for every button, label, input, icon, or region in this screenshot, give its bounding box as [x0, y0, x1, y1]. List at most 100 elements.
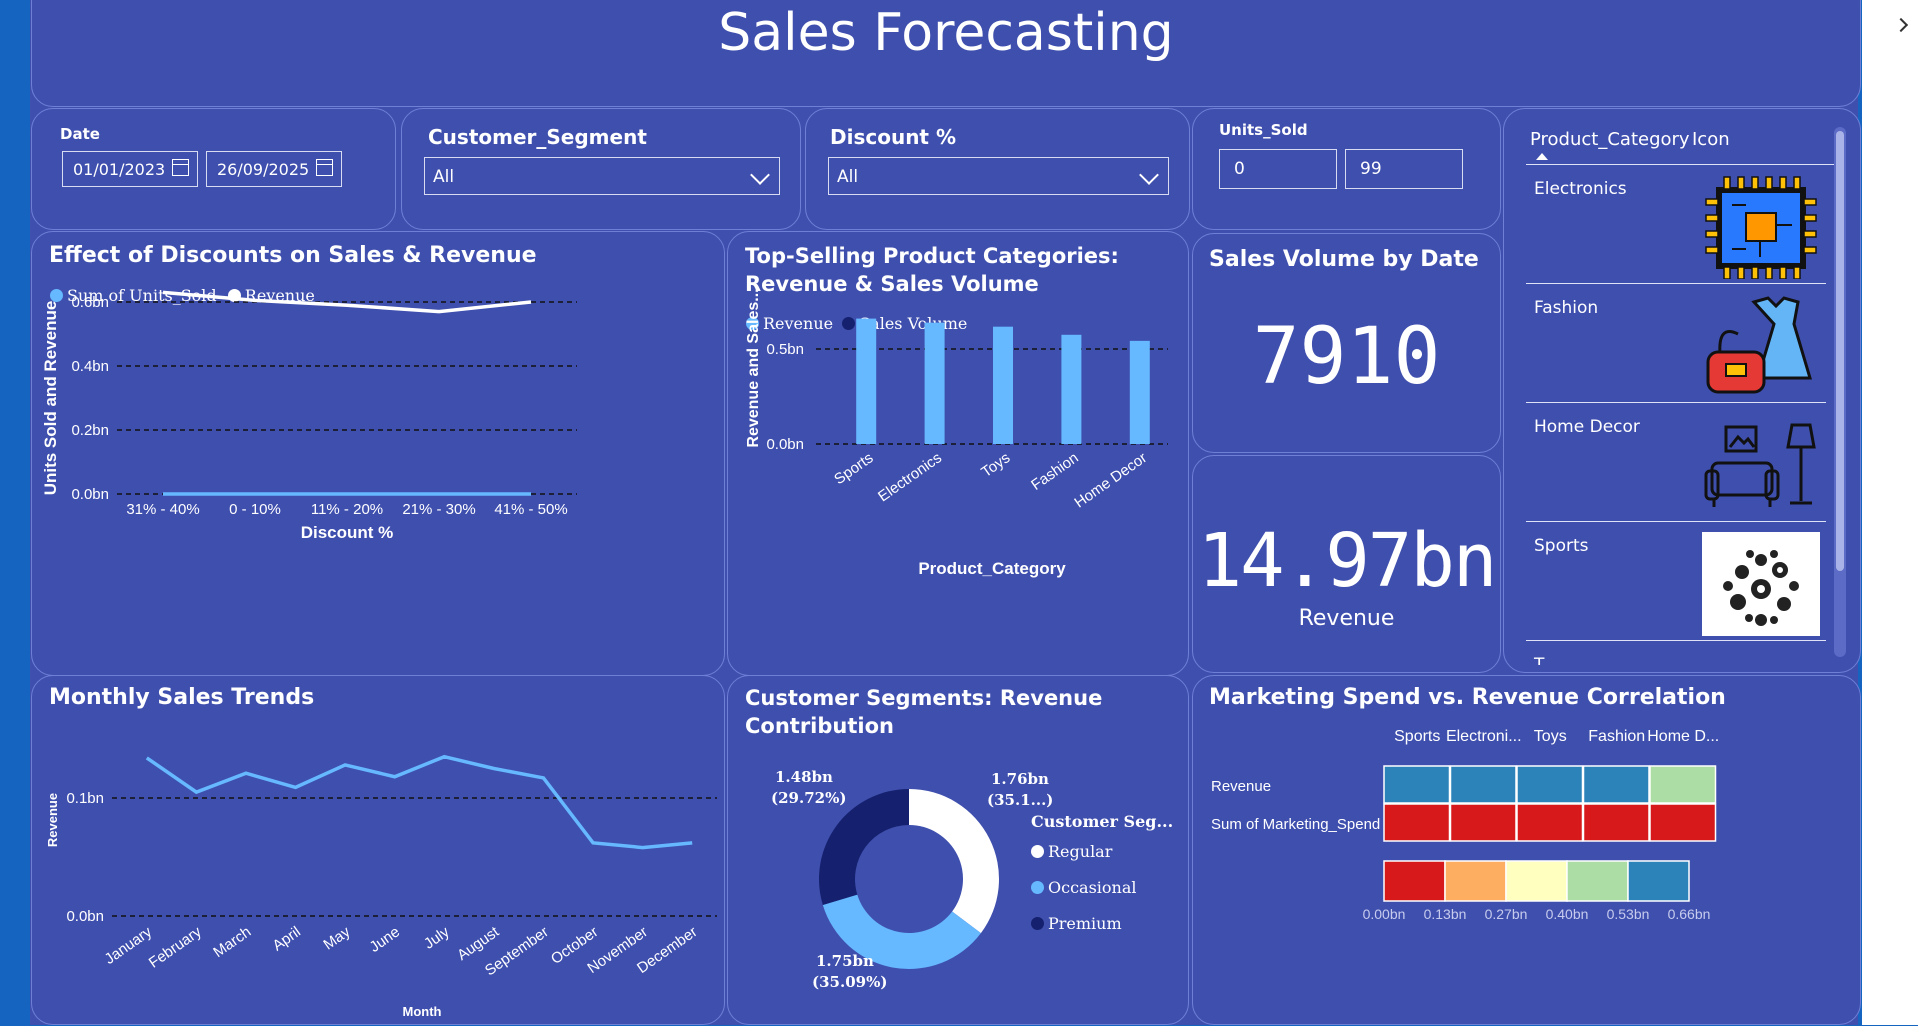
date-start-input[interactable]: 01/01/2023	[62, 151, 198, 187]
calendar-icon[interactable]	[316, 159, 333, 176]
side-pane-tab[interactable]	[1862, 0, 1918, 1025]
category-label: Fashion	[1534, 298, 1599, 318]
scrollbar-thumb[interactable]	[1836, 131, 1844, 571]
scale-swatch	[1444, 860, 1507, 902]
y-tick-label: 0.5bn	[766, 341, 804, 358]
legend-title: Customer Seg...	[1031, 812, 1174, 831]
title-banner: Sales Forecasting	[31, 0, 1861, 107]
y-tick-label: 0.6bn	[71, 294, 109, 311]
units-sold-max-input[interactable]: 99	[1345, 149, 1463, 189]
table-header: Product_Category Icon	[1526, 109, 1836, 165]
table-row[interactable]: T	[1526, 641, 1826, 665]
scale-tick-label: 0.53bn	[1607, 906, 1650, 922]
x-axis-label: Product_Category	[918, 559, 1066, 578]
bar-revenue	[1129, 340, 1150, 444]
series-line	[145, 754, 693, 850]
scale-tick-label: 0.00bn	[1363, 906, 1406, 922]
column-header-icon[interactable]: Icon	[1692, 129, 1730, 150]
table-row[interactable]: Home Decor	[1526, 403, 1826, 522]
chevron-down-icon[interactable]	[1139, 165, 1159, 185]
x-tick-label: 31% - 40%	[126, 501, 199, 518]
scale-swatch	[1505, 860, 1568, 902]
heatmap-column-label: Home D...	[1647, 728, 1719, 745]
dress-handbag-icon	[1706, 296, 1813, 394]
heatmap-cell	[1582, 803, 1650, 842]
scale-swatch	[1383, 860, 1446, 902]
scale-swatch	[1627, 860, 1690, 902]
x-tick-label: Toys	[978, 449, 1013, 481]
discount-value: All	[837, 167, 859, 187]
legend-item-premium[interactable]: Premium	[1031, 914, 1122, 933]
customer-segment-value: All	[433, 167, 455, 187]
customer-segments-chart: Customer Segments: Revenue Contribution …	[727, 675, 1189, 1025]
customer-segment-label: Customer_Segment	[428, 125, 647, 149]
sofa-lamp-icon	[1704, 423, 1816, 507]
donut-slice	[909, 789, 999, 934]
monthly-trends-plot: 0.0bn0.1bnJanuaryFebruary March April May Ju…	[45, 754, 717, 1019]
date-end-value: 26/09/2025	[217, 160, 310, 179]
x-tick-label: Home Decor	[1071, 449, 1150, 511]
slice-value-label: 1.75bn	[816, 952, 874, 970]
heatmap-column-label: Electroni...	[1446, 728, 1522, 745]
date-start-value: 01/01/2023	[73, 160, 166, 179]
heatmap-cell	[1649, 765, 1717, 804]
category-label: T	[1534, 655, 1545, 665]
sort-ascending-icon	[1536, 153, 1548, 160]
heatmap-row-label: Revenue	[1211, 778, 1271, 795]
x-tick-label: Electronics	[875, 449, 945, 505]
revenue-label: Revenue	[1298, 606, 1395, 631]
heatmap-cell	[1649, 803, 1717, 842]
table-row[interactable]: Sports	[1526, 522, 1826, 641]
marketing-heatmap-plot: Sports Electroni... Toys Fashion Home D... Re…	[1211, 728, 1719, 922]
x-tick-label: June	[367, 923, 403, 956]
bar-revenue	[856, 318, 877, 444]
x-tick-label: Sports	[831, 449, 876, 488]
chevron-down-icon[interactable]	[750, 165, 770, 185]
sales-volume-card: Sales Volume by Date 7910	[1192, 233, 1501, 453]
slice-value-label: 1.48bn	[775, 768, 833, 786]
scale-tick-label: 0.13bn	[1424, 906, 1467, 922]
x-tick-label: February	[146, 923, 205, 972]
table-row[interactable]: Fashion	[1526, 284, 1826, 403]
y-tick-label: 0.0bn	[66, 908, 104, 925]
x-tick-label: July	[421, 923, 453, 953]
x-tick-label: 0 - 10%	[229, 501, 281, 518]
heatmap-cell	[1449, 803, 1517, 842]
heatmap-cell	[1383, 765, 1451, 804]
scale-tick-label: 0.40bn	[1546, 906, 1589, 922]
bar-revenue	[1061, 334, 1082, 444]
bar-revenue	[993, 326, 1013, 444]
x-tick-label: Fashion	[1028, 449, 1081, 494]
slice-value-label: 1.76bn	[991, 770, 1049, 788]
discount-dropdown[interactable]: All	[828, 157, 1169, 195]
y-tick-label: 0.0bn	[71, 486, 109, 503]
x-tick-label: 11% - 20%	[311, 501, 383, 518]
units-sold-min-input[interactable]: 0	[1219, 149, 1337, 189]
column-header-category[interactable]: Product_Category	[1530, 129, 1690, 150]
scale-tick-label: 0.66bn	[1668, 906, 1711, 922]
legend-item-occasional[interactable]: Occasional	[1031, 878, 1137, 897]
heatmap-column-label: Toys	[1534, 728, 1567, 745]
circuit-chip-icon	[1705, 176, 1817, 279]
calendar-icon[interactable]	[172, 159, 189, 176]
table-scrollbar[interactable]	[1834, 127, 1846, 657]
y-tick-label: 0.1bn	[66, 790, 104, 807]
top-categories-plot: 0.0bn 0.5bn SportsElectronics Toys FashionHo…	[745, 288, 1168, 578]
x-axis-label: Month	[403, 1004, 442, 1019]
table-row[interactable]: Electronics	[1526, 165, 1826, 284]
units-sold-min-value: 0	[1234, 159, 1245, 179]
date-end-input[interactable]: 26/09/2025	[206, 151, 342, 187]
date-label: Date	[60, 125, 100, 143]
heatmap-cell	[1516, 803, 1584, 842]
y-tick-label: 0.0bn	[766, 436, 804, 453]
heatmap-cell	[1582, 765, 1650, 804]
card-title: Sales Volume by Date	[1209, 247, 1479, 272]
customer-segment-slicer: Customer_Segment All	[401, 108, 801, 230]
customer-segment-dropdown[interactable]: All	[424, 157, 780, 195]
sales-volume-value: 7910	[1252, 312, 1441, 402]
category-label: Home Decor	[1534, 417, 1640, 437]
legend-item-regular[interactable]: Regular	[1031, 842, 1112, 861]
y-tick-label: 0.2bn	[71, 422, 109, 439]
revenue-value: 14.97bn	[1197, 518, 1498, 604]
y-tick-label: 0.4bn	[71, 358, 109, 375]
